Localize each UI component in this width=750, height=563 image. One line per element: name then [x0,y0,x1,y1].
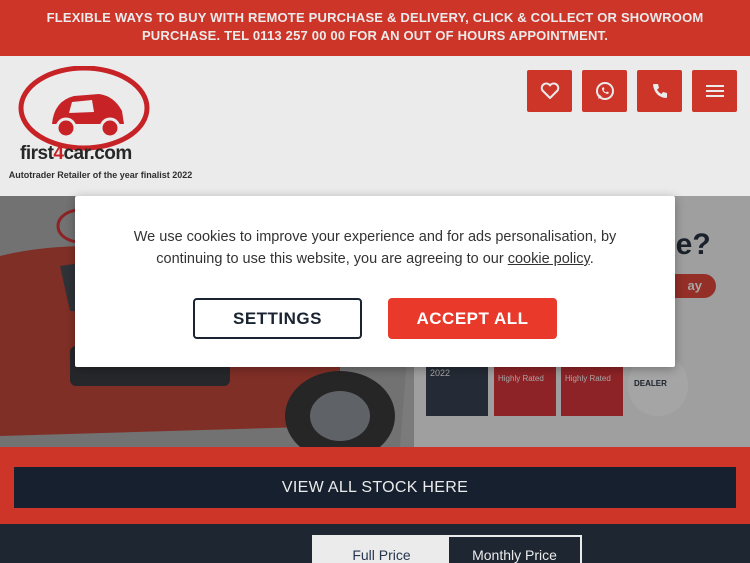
cookie-message: We use cookies to improve your experienc… [133,229,617,267]
accept-all-cookies-button[interactable]: ACCEPT ALL [388,298,557,339]
cookie-settings-button[interactable]: SETTINGS [193,298,362,339]
cookie-consent-dialog: We use cookies to improve your experienc… [75,196,675,367]
cookie-policy-link[interactable]: cookie policy [508,251,590,267]
